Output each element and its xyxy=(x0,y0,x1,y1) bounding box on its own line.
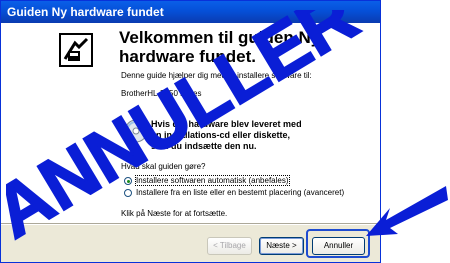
title-bar: Guiden Ny hardware fundet xyxy=(1,1,380,23)
cd-prompt-line3: skal du indsætte den nu. xyxy=(151,141,257,151)
cd-prompt-line2: en installations-cd eller diskette, xyxy=(151,130,291,140)
cd-icon xyxy=(124,119,148,143)
back-button[interactable]: < Tilbage xyxy=(207,237,252,255)
footer-text: Klik på Næste for at fortsætte. xyxy=(121,209,228,218)
cd-prompt-line1: Hvis din hardware blev leveret med xyxy=(151,119,302,129)
cd-prompt: Hvis din hardware blev leveret med en in… xyxy=(151,119,302,152)
wizard-content: Velkommen til guiden Ny hardware fundet.… xyxy=(109,23,380,223)
intro-text: Denne guide hjælper dig med at installer… xyxy=(121,71,312,80)
button-divider xyxy=(1,223,380,225)
wizard-window: Guiden Ny hardware fundet Velkommen til … xyxy=(0,0,381,263)
question-text: Hvad skal guiden gøre? xyxy=(121,162,206,171)
next-button[interactable]: Næste > xyxy=(259,237,304,255)
device-name: BrotherHL-7050 series xyxy=(121,89,202,98)
wizard-side-panel xyxy=(1,23,109,223)
page-title: Velkommen til guiden Ny hardware fundet. xyxy=(119,28,321,66)
auto-install-label[interactable]: Installere softwaren automatisk (anbefal… xyxy=(135,175,290,186)
list-install-label[interactable]: Installere fra en liste eller en bestemt… xyxy=(136,188,344,197)
auto-install-radio[interactable] xyxy=(124,177,132,185)
pointer-arrow-icon xyxy=(366,186,448,236)
hardware-wizard-icon xyxy=(59,33,93,67)
list-install-radio[interactable] xyxy=(124,189,132,197)
